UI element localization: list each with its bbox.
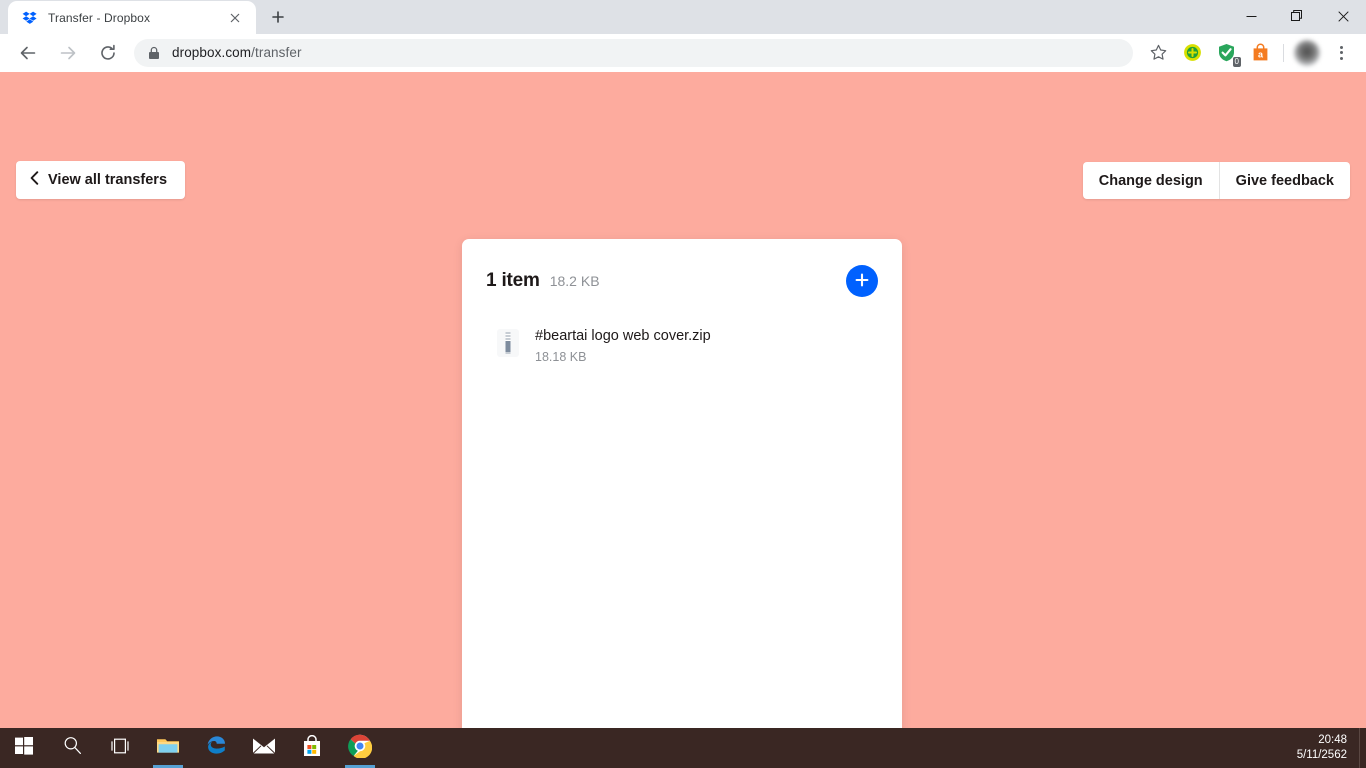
list-item[interactable]: #beartai logo web cover.zip 18.18 KB: [486, 327, 878, 364]
url-path: /transfer: [251, 45, 302, 60]
item-count-label: 1 item: [486, 270, 540, 291]
file-name: #beartai logo web cover.zip: [535, 328, 711, 344]
browser-toolbar: dropbox.com/transfer 0 a: [0, 34, 1366, 72]
extension-shield-icon[interactable]: 0: [1212, 39, 1241, 67]
tab-title: Transfer - Dropbox: [48, 10, 151, 25]
windows-logo-icon: [15, 736, 33, 760]
address-bar[interactable]: dropbox.com/transfer: [134, 38, 1133, 67]
edge-icon: [204, 734, 228, 763]
show-desktop-button[interactable]: [1359, 728, 1366, 768]
windows-taskbar: 20:48 5/11/2562: [0, 728, 1366, 768]
minimize-icon[interactable]: [1228, 0, 1274, 32]
close-icon[interactable]: [1320, 0, 1366, 32]
give-feedback-button[interactable]: Give feedback: [1218, 162, 1350, 199]
dropbox-transfer-page: View all transfers Change design Give fe…: [0, 72, 1366, 768]
toolbar-icons: 0 a: [1141, 39, 1358, 67]
mail-icon: [252, 737, 276, 760]
add-files-button[interactable]: [846, 265, 878, 297]
browser-window: Transfer - Dropbox dropbox.com/transfer …: [0, 0, 1366, 768]
search-icon: [63, 736, 82, 760]
restore-icon[interactable]: [1274, 0, 1320, 32]
tab-strip: Transfer - Dropbox: [0, 0, 292, 34]
lock-icon: [148, 46, 160, 60]
chrome-icon: [348, 734, 373, 763]
file-list: #beartai logo web cover.zip 18.18 KB: [462, 297, 902, 736]
mail-button[interactable]: [240, 728, 288, 768]
browser-titlebar: Transfer - Dropbox: [0, 0, 1366, 34]
zip-file-icon: [497, 329, 519, 357]
toolbar-divider: [1283, 43, 1284, 62]
clock-time: 20:48: [1318, 734, 1347, 746]
view-all-transfers-button[interactable]: View all transfers: [16, 161, 186, 199]
url-text: dropbox.com/transfer: [172, 45, 302, 60]
chrome-menu-icon[interactable]: [1327, 39, 1355, 67]
extension-shopping-bag-icon[interactable]: a: [1246, 39, 1274, 67]
window-controls: [1228, 0, 1366, 32]
file-explorer-button[interactable]: [144, 728, 192, 768]
chrome-button[interactable]: [336, 728, 384, 768]
transfer-card: 1 item 18.2 KB #beartai logo web cover.z…: [462, 239, 902, 768]
search-button[interactable]: [48, 728, 96, 768]
forward-arrow-icon[interactable]: [54, 39, 82, 67]
edge-button[interactable]: [192, 728, 240, 768]
page-header-actions: Change design Give feedback: [1082, 162, 1350, 199]
chevron-left-icon: [30, 171, 39, 189]
url-domain: dropbox.com: [172, 45, 252, 60]
extension-shield-badge: 0: [1232, 56, 1241, 67]
task-view-button[interactable]: [96, 728, 144, 768]
folder-icon: [156, 736, 180, 761]
transfer-card-header: 1 item 18.2 KB: [462, 239, 902, 297]
tab-transfer-dropbox[interactable]: Transfer - Dropbox: [8, 1, 256, 34]
total-size-label: 18.2 KB: [549, 273, 600, 289]
file-size: 18.18 KB: [535, 350, 587, 364]
microsoft-store-button[interactable]: [288, 728, 336, 768]
profile-avatar[interactable]: [1293, 39, 1321, 67]
file-meta: #beartai logo web cover.zip 18.18 KB: [535, 327, 711, 364]
bookmark-star-icon[interactable]: [1144, 39, 1172, 67]
dropbox-icon: [22, 10, 38, 26]
taskbar-clock[interactable]: 20:48 5/11/2562: [1297, 733, 1359, 763]
task-view-icon: [110, 737, 130, 760]
reload-icon[interactable]: [94, 39, 122, 67]
clock-date: 5/11/2562: [1296, 749, 1347, 761]
view-all-transfers-label: View all transfers: [48, 172, 168, 188]
tab-close-icon[interactable]: [224, 7, 246, 29]
change-design-button[interactable]: Change design: [1082, 162, 1219, 199]
extension-green-circle-icon[interactable]: [1178, 39, 1206, 67]
new-tab-button[interactable]: [264, 3, 292, 31]
start-button[interactable]: [0, 728, 48, 768]
store-icon: [302, 734, 322, 762]
plus-icon: [855, 273, 869, 290]
back-arrow-icon[interactable]: [14, 39, 42, 67]
